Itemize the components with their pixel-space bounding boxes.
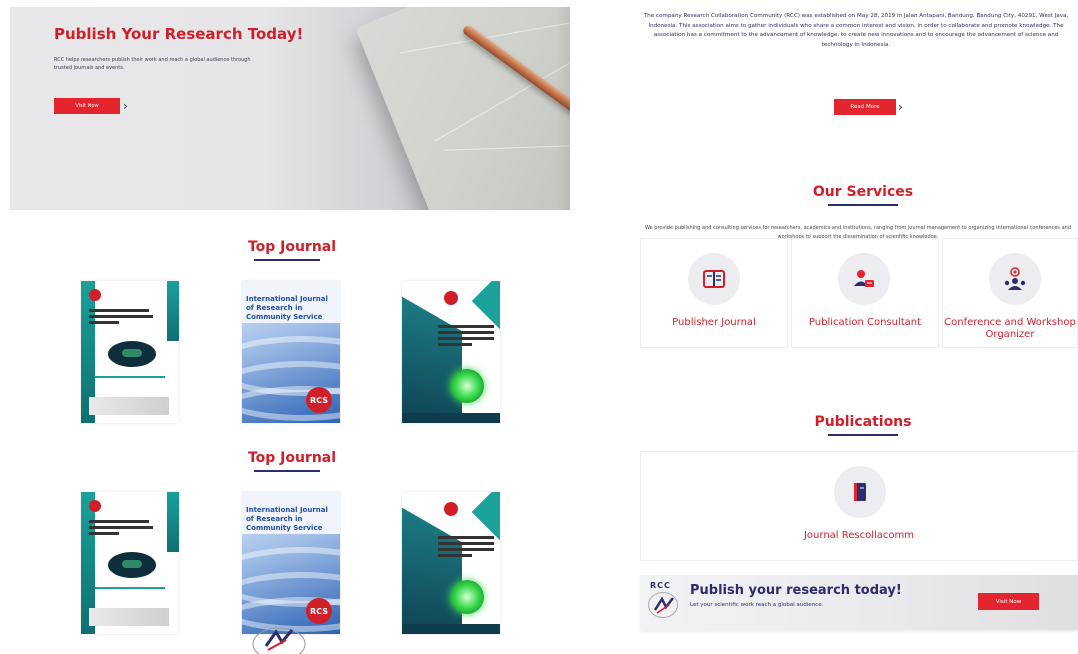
rcc-badge-icon: RCS: [306, 387, 332, 413]
publication-card-rescollacomm[interactable]: Journal Rescollacomm: [640, 451, 1078, 561]
section-underline: [828, 204, 898, 206]
cover-title: International Journal of Research in Com…: [246, 506, 328, 532]
read-more-button[interactable]: Read More: [834, 99, 896, 115]
service-label: Conference and Workshop Organizer: [944, 317, 1076, 340]
service-label: Publication Consultant: [808, 317, 922, 328]
hero-edge: [556, 7, 570, 210]
section-underline: [254, 259, 320, 261]
section-title-services: Our Services: [812, 184, 914, 200]
about-text: The company Research Collaboration Commu…: [643, 13, 1069, 48]
service-card-consultant[interactable]: Publication Consultant: [791, 238, 939, 348]
section-title-top-journal: Top Journal: [247, 239, 337, 255]
hero-visit-button[interactable]: Visit Now: [54, 98, 120, 114]
service-label: Publisher Journal: [672, 317, 756, 328]
publish-banner: RCC Publish your research today! Let you…: [640, 575, 1078, 630]
cover-title: International Journal of Research in Com…: [246, 295, 328, 321]
book-icon: [688, 253, 740, 305]
journal-cover-ijbesd[interactable]: [81, 492, 179, 634]
section-title-publications: Publications: [814, 414, 912, 430]
journal-cover-ijqrm[interactable]: [402, 492, 500, 634]
publication-label: Journal Rescollacomm: [803, 530, 915, 541]
journal-cover-ijrcs[interactable]: International Journal of Research in Com…: [242, 281, 340, 423]
banner-subtitle: Let your scientific work reach a global …: [690, 602, 824, 608]
hero-banner: Publish Your Research Today! RCC helps r…: [10, 7, 570, 210]
notebook-image: [355, 7, 570, 210]
journal-cover-ijrcs[interactable]: International Journal of Research in Com…: [242, 492, 340, 634]
conference-icon: [989, 253, 1041, 305]
banner-title: Publish your research today!: [690, 583, 902, 598]
journal-cover-ijqrm[interactable]: [402, 281, 500, 423]
section-underline: [828, 434, 898, 436]
journal-cover-ijbesd[interactable]: [81, 281, 179, 423]
rcc-logo-text: RCC: [650, 581, 671, 590]
rcc-logo: RCC: [646, 581, 684, 623]
section-underline: [254, 470, 320, 472]
service-card-publisher[interactable]: Publisher Journal: [640, 238, 788, 348]
chevron-right-icon[interactable]: ›: [898, 99, 903, 115]
hero-text: RCC helps researchers publish their work…: [54, 57, 251, 71]
runner-icon: [653, 596, 674, 614]
chevron-right-icon[interactable]: ›: [123, 98, 128, 114]
rcc-logo-icon: [252, 627, 306, 654]
rcc-badge-icon: RCS: [306, 598, 332, 624]
hero-title: Publish Your Research Today!: [54, 25, 304, 43]
service-card-conference[interactable]: Conference and Workshop Organizer: [942, 238, 1078, 348]
section-title-top-journal-2: Top Journal: [247, 450, 337, 466]
notebook-icon: [834, 466, 886, 518]
consultant-icon: [838, 253, 890, 305]
banner-visit-button[interactable]: Visit Now: [978, 593, 1039, 610]
